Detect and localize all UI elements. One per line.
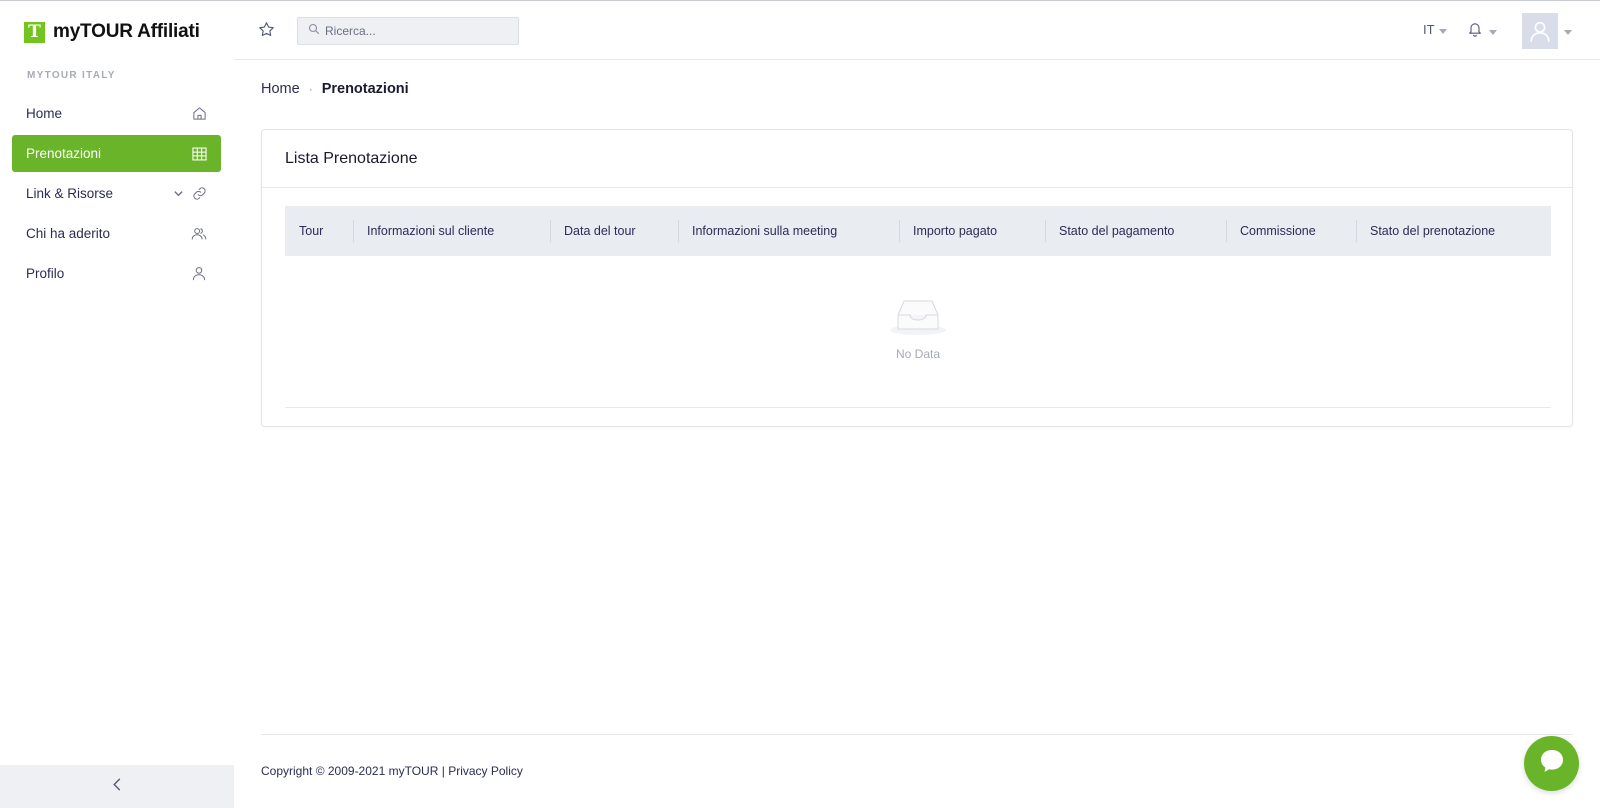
column-header-data[interactable]: Data del tour xyxy=(550,206,636,256)
sidebar-nav: Home Prenotazioni Link & Risorse Chi ha … xyxy=(12,95,221,295)
breadcrumb: Home · Prenotazioni xyxy=(261,81,409,97)
avatar xyxy=(1522,13,1558,49)
empty-inbox-icon xyxy=(889,298,947,341)
footer-separator: | xyxy=(441,764,445,778)
sidebar: T myTOUR Affiliati MYTOUR ITALY Home Pre… xyxy=(0,2,234,808)
notifications-button[interactable] xyxy=(1467,20,1497,42)
search-input[interactable] xyxy=(325,24,505,38)
chevron-left-icon xyxy=(112,778,122,796)
breadcrumb-separator: · xyxy=(308,82,313,96)
sidebar-item-link-risorse[interactable]: Link & Risorse xyxy=(12,175,221,212)
column-header-stato-pagamento[interactable]: Stato del pagamento xyxy=(1045,206,1174,256)
caret-down-icon xyxy=(1438,22,1447,37)
chevron-down-icon[interactable] xyxy=(171,187,185,201)
search-icon xyxy=(308,22,320,40)
empty-state-text: No Data xyxy=(895,347,941,361)
column-header-commissione[interactable]: Commissione xyxy=(1226,206,1316,256)
empty-state: No Data xyxy=(285,256,1551,408)
sidebar-item-label: Home xyxy=(26,106,63,121)
sidebar-item-label: Link & Risorse xyxy=(26,186,114,201)
language-label: IT xyxy=(1423,22,1435,37)
user-menu[interactable] xyxy=(1522,13,1572,49)
card-title: Lista Prenotazione xyxy=(262,130,1572,188)
caret-down-icon xyxy=(1489,22,1497,40)
sidebar-item-chi-ha-aderito[interactable]: Chi ha aderito xyxy=(12,215,221,252)
sidebar-item-home[interactable]: Home xyxy=(12,95,221,132)
sidebar-item-prenotazioni[interactable]: Prenotazioni xyxy=(12,135,221,172)
sidebar-section-label: MYTOUR ITALY xyxy=(27,70,116,81)
sidebar-item-profilo[interactable]: Profilo xyxy=(12,255,221,292)
chat-button[interactable] xyxy=(1524,736,1579,791)
privacy-policy-link[interactable]: Privacy Policy xyxy=(448,764,523,778)
users-icon xyxy=(191,226,207,242)
caret-down-icon xyxy=(1564,22,1572,40)
breadcrumb-home-link[interactable]: Home xyxy=(261,81,300,97)
breadcrumb-current: Prenotazioni xyxy=(321,81,409,97)
table-icon xyxy=(191,146,207,162)
table-header: Tour Informazioni sul cliente Data del t… xyxy=(285,206,1551,256)
chat-bubble-icon xyxy=(1538,747,1566,780)
brand-name: myTOUR Affiliati xyxy=(53,21,200,42)
footer-divider xyxy=(261,734,1573,735)
sidebar-item-label: Prenotazioni xyxy=(26,146,102,161)
footer-copyright: Copyright © 2009-2021 myTOUR xyxy=(261,764,439,778)
top-header: IT xyxy=(234,2,1600,60)
bookings-card: Lista Prenotazione Tour Informazioni sul… xyxy=(261,129,1573,427)
user-icon xyxy=(191,266,207,282)
column-header-stato-prenotazione[interactable]: Stato del prenotazione xyxy=(1356,206,1495,256)
star-icon[interactable] xyxy=(258,21,276,39)
sidebar-collapse-button[interactable] xyxy=(0,765,234,808)
search-box[interactable] xyxy=(297,17,519,45)
sidebar-item-label: Chi ha aderito xyxy=(26,226,111,241)
brand[interactable]: T myTOUR Affiliati xyxy=(24,20,200,44)
home-icon xyxy=(191,106,207,122)
footer: Copyright © 2009-2021 myTOUR | Privacy P… xyxy=(261,764,523,778)
brand-logo: T xyxy=(24,21,45,43)
language-selector[interactable]: IT xyxy=(1423,22,1447,37)
column-header-importo[interactable]: Importo pagato xyxy=(899,206,997,256)
column-header-meeting[interactable]: Informazioni sulla meeting xyxy=(678,206,837,256)
link-icon xyxy=(191,186,207,202)
sidebar-item-label: Profilo xyxy=(26,266,65,281)
bell-icon xyxy=(1467,20,1483,42)
column-header-tour[interactable]: Tour xyxy=(285,206,323,256)
column-header-cliente[interactable]: Informazioni sul cliente xyxy=(353,206,494,256)
